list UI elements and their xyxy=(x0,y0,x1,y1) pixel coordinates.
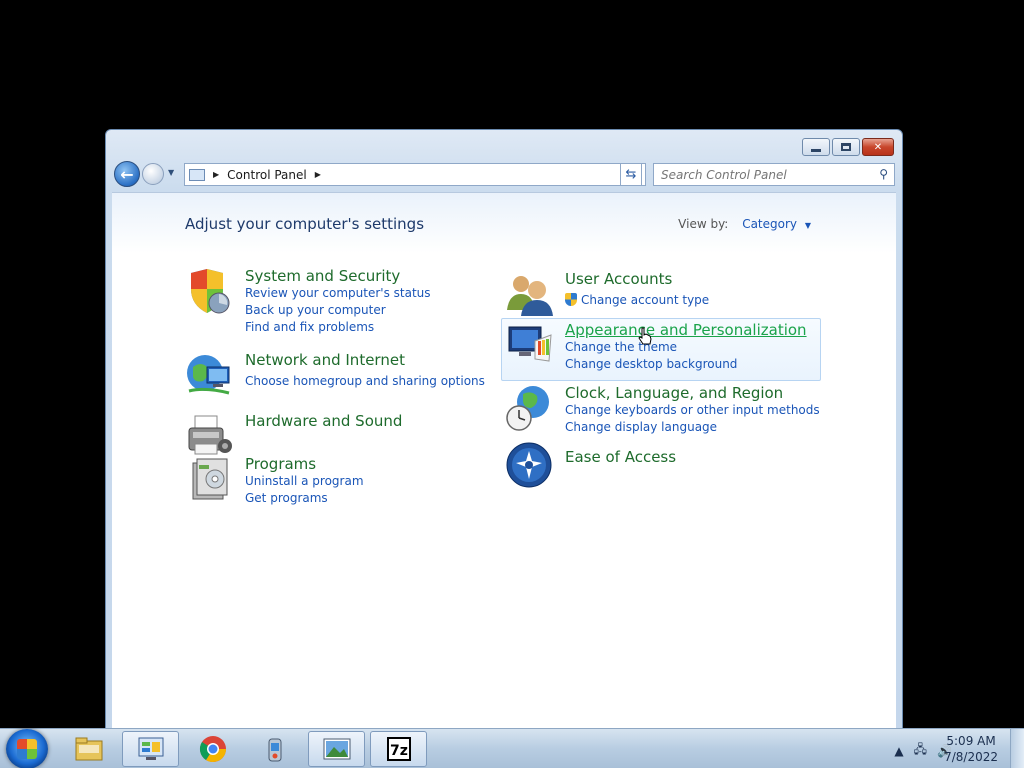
search-input[interactable] xyxy=(654,167,864,182)
navigation-bar: ← ▼ ▶ Control Panel ▶ ▼ ⇆ ⚲ xyxy=(112,160,896,188)
clock[interactable]: 5:09 AM 7/8/2022 xyxy=(944,733,998,765)
network-globe-icon xyxy=(185,351,233,399)
category-title[interactable]: User Accounts xyxy=(565,270,709,288)
view-by: View by: Category ▼ xyxy=(678,217,811,231)
shield-icon xyxy=(185,267,233,315)
image-viewer-icon xyxy=(323,738,350,760)
breadcrumb-chevron-icon[interactable]: ▶ xyxy=(213,170,219,179)
7zip-icon: 7z xyxy=(386,737,411,761)
category-text: Hardware and Sound xyxy=(245,412,402,430)
back-button[interactable]: ← xyxy=(114,161,140,187)
taskbar-control-panel[interactable] xyxy=(122,731,179,767)
link-change-keyboards[interactable]: Change keyboards or other input methods xyxy=(565,402,820,419)
close-button[interactable]: ✕ xyxy=(862,138,894,156)
taskbar: 7z ▲ 🖧 🔊 5:09 AM 7/8/2022 xyxy=(0,728,1024,768)
svg-text:7z: 7z xyxy=(390,743,408,759)
uac-shield-icon xyxy=(565,293,577,306)
monitor-palette-icon xyxy=(505,321,553,369)
link-back-up[interactable]: Back up your computer xyxy=(245,302,431,319)
category-text: System and Security Review your computer… xyxy=(245,267,431,336)
category-title[interactable]: Clock, Language, and Region xyxy=(565,384,820,402)
taskbar-chrome[interactable] xyxy=(184,731,241,767)
chrome-icon xyxy=(199,736,226,763)
chevron-down-icon[interactable]: ▼ xyxy=(805,221,811,230)
window-controls: ✕ xyxy=(802,138,894,156)
maximize-button[interactable] xyxy=(832,138,860,156)
network-icon[interactable]: 🖧 xyxy=(914,740,927,761)
back-arrow-icon: ← xyxy=(120,164,134,184)
link-get-programs[interactable]: Get programs xyxy=(245,490,364,507)
clock-date: 7/8/2022 xyxy=(944,750,998,764)
category-text: Network and Internet Choose homegroup an… xyxy=(245,351,485,390)
start-button[interactable] xyxy=(6,729,48,768)
windows-logo-icon xyxy=(17,739,37,759)
printer-icon xyxy=(185,412,233,460)
category-title[interactable]: Appearance and Personalization xyxy=(565,321,807,339)
category-title[interactable]: Ease of Access xyxy=(565,448,676,466)
taskbar-image-viewer[interactable] xyxy=(308,731,365,767)
clock-time: 5:09 AM xyxy=(946,734,996,748)
programs-box-icon xyxy=(185,455,233,503)
minimize-button[interactable] xyxy=(802,138,830,156)
category-text: Programs Uninstall a program Get program… xyxy=(245,455,364,507)
control-panel-icon xyxy=(138,737,163,760)
address-bar[interactable]: ▶ Control Panel ▶ ▼ xyxy=(184,163,646,186)
taskbar-file-explorer[interactable] xyxy=(60,731,117,767)
globe-clock-icon xyxy=(505,384,553,432)
control-panel-window: ✕ ← ▼ ▶ Control Panel ▶ ▼ ⇆ ⚲ Adjust you… xyxy=(105,129,903,729)
category-title[interactable]: System and Security xyxy=(245,267,431,285)
minimize-icon xyxy=(811,148,821,152)
search-icon[interactable]: ⚲ xyxy=(879,167,888,181)
taskbar-7zip[interactable]: 7z xyxy=(370,731,427,767)
breadcrumb-control-panel[interactable]: Control Panel xyxy=(227,168,307,182)
show-hidden-icons-button[interactable]: ▲ xyxy=(894,744,903,758)
link-change-display-language[interactable]: Change display language xyxy=(565,419,820,436)
view-by-dropdown[interactable]: Category xyxy=(742,217,797,231)
ease-of-access-icon xyxy=(505,441,553,489)
link-uninstall[interactable]: Uninstall a program xyxy=(245,473,364,490)
breadcrumb-chevron-icon[interactable]: ▶ xyxy=(315,170,321,179)
maximize-icon xyxy=(841,143,851,151)
page-title: Adjust your computer's settings xyxy=(185,215,425,233)
users-icon xyxy=(505,270,553,318)
category-title[interactable]: Network and Internet xyxy=(245,351,485,369)
category-text: Ease of Access xyxy=(565,448,676,466)
link-change-account-type-label: Change account type xyxy=(581,293,710,307)
link-find-fix[interactable]: Find and fix problems xyxy=(245,319,431,336)
category-text: Appearance and Personalization Change th… xyxy=(565,321,807,373)
refresh-button[interactable]: ⇆ xyxy=(620,163,642,186)
category-title[interactable]: Hardware and Sound xyxy=(245,412,402,430)
category-title[interactable]: Programs xyxy=(245,455,364,473)
forward-button[interactable] xyxy=(142,163,164,185)
link-review-status[interactable]: Review your computer's status xyxy=(245,285,431,302)
close-icon: ✕ xyxy=(873,141,883,153)
category-text: Clock, Language, and Region Change keybo… xyxy=(565,384,820,436)
recycle-bin-icon xyxy=(268,738,281,762)
refresh-icon: ⇆ xyxy=(625,167,637,182)
link-homegroup[interactable]: Choose homegroup and sharing options xyxy=(245,373,485,390)
file-explorer-icon xyxy=(75,737,102,761)
link-change-theme[interactable]: Change the theme xyxy=(565,339,807,356)
recent-pages-dropdown[interactable]: ▼ xyxy=(168,168,174,177)
hand-cursor-icon xyxy=(638,327,652,345)
link-change-desktop-background[interactable]: Change desktop background xyxy=(565,356,807,373)
content-pane: Adjust your computer's settings View by:… xyxy=(112,192,896,728)
control-panel-small-icon xyxy=(189,168,205,181)
link-change-account-type[interactable]: Change account type xyxy=(565,292,709,309)
category-text: User Accounts Change account type xyxy=(565,270,709,309)
search-box[interactable]: ⚲ xyxy=(653,163,895,186)
show-desktop-button[interactable] xyxy=(1010,729,1024,768)
view-by-label: View by: xyxy=(678,217,729,231)
taskbar-recycle-app[interactable] xyxy=(246,731,303,767)
